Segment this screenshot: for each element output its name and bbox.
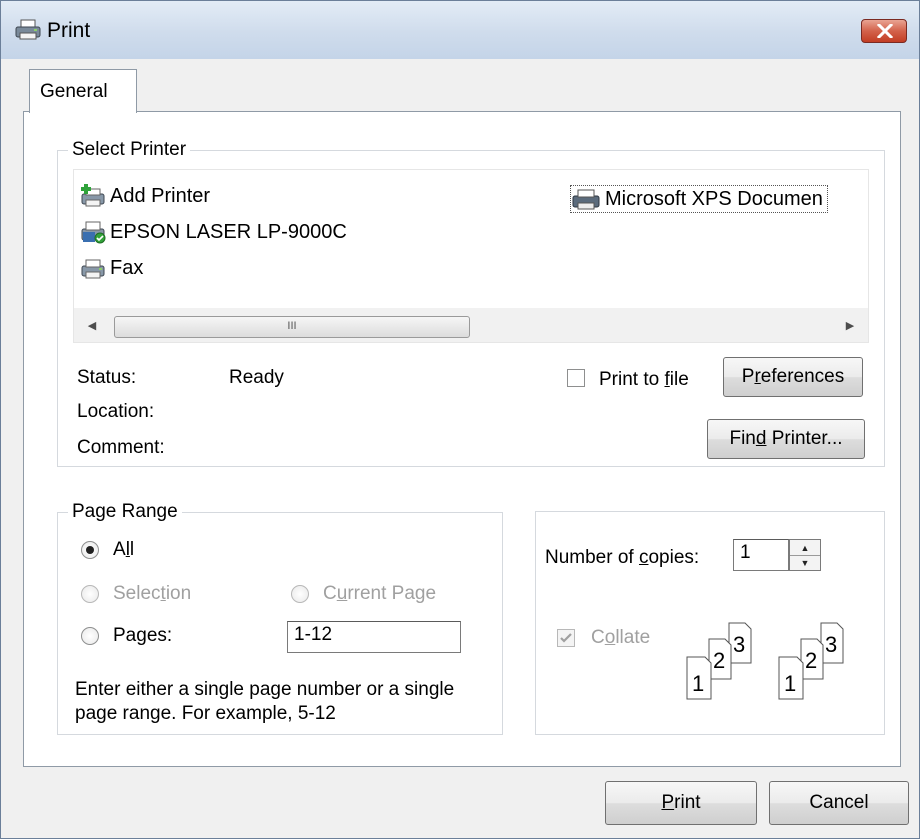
printer-item-epson[interactable]: EPSON LASER LP-9000C xyxy=(80,218,347,246)
scroll-left-button[interactable]: ◀ xyxy=(74,308,110,342)
collate-page-number: 2 xyxy=(805,648,817,673)
status-label: Status: xyxy=(77,367,137,388)
current-page-label[interactable]: Current Page xyxy=(323,583,436,605)
close-icon xyxy=(877,24,893,38)
collate-page-number: 1 xyxy=(784,671,796,696)
collate-checkbox[interactable] xyxy=(557,629,575,647)
print-button[interactable]: Print xyxy=(605,781,757,825)
page-range-hint-line2: page range. For example, 5-12 xyxy=(75,703,336,724)
page-range-hint-line1: Enter either a single page number or a s… xyxy=(75,679,455,700)
scrollbar-thumb[interactable]: III xyxy=(114,316,470,338)
collate-page-number: 3 xyxy=(825,632,837,657)
printer-list[interactable]: Add Printer EPSON LASER LP-9000C Fax Mic… xyxy=(73,169,869,343)
cancel-button[interactable]: Cancel xyxy=(769,781,909,825)
printer-name: EPSON LASER LP-9000C xyxy=(110,220,347,243)
collate-page-number: 2 xyxy=(713,648,725,673)
printer-item-fax[interactable]: Fax xyxy=(80,254,143,282)
pages-label[interactable]: Pages: xyxy=(113,625,172,647)
printer-list-scrollbar[interactable]: ◀ III ▶ xyxy=(74,308,868,342)
tab-general-label: General xyxy=(40,81,108,102)
print-to-file-label[interactable]: Print to file xyxy=(599,369,689,391)
chevron-up-icon: ▲ xyxy=(800,542,810,553)
add-printer-icon xyxy=(81,184,105,207)
number-of-copies-label: Number of copies: xyxy=(545,547,700,568)
printer-item-xps[interactable]: Microsoft XPS Documen xyxy=(570,185,828,213)
collate-stack-1: 3 2 1 xyxy=(686,622,752,700)
selection-radio[interactable] xyxy=(81,585,99,603)
collate-stack-2: 3 2 1 xyxy=(778,622,844,700)
chevron-left-icon: ◀ xyxy=(87,319,97,332)
chevron-down-icon: ▼ xyxy=(800,558,810,568)
copies-spinner[interactable]: ▲ ▼ xyxy=(789,539,821,571)
close-button[interactable] xyxy=(861,19,907,43)
copies-input[interactable]: 1 xyxy=(733,539,789,571)
window-title: Print xyxy=(47,19,91,42)
title-bar[interactable]: Print xyxy=(1,1,919,59)
printer-name: Add Printer xyxy=(110,184,211,207)
printer-name: Microsoft XPS Documen xyxy=(605,187,823,210)
chevron-right-icon: ▶ xyxy=(845,319,855,332)
checkmark-icon xyxy=(560,633,572,643)
spin-up-button[interactable]: ▲ xyxy=(790,540,820,555)
spin-down-button[interactable]: ▼ xyxy=(790,555,820,570)
copies-input-value: 1 xyxy=(740,542,751,563)
fax-printer-icon xyxy=(81,259,105,279)
xps-printer-icon xyxy=(572,189,600,210)
collate-illustration: 3 2 1 3 2 1 xyxy=(686,622,844,700)
print-dialog: Print General Select Printer Add Printer xyxy=(0,0,920,839)
printer-name: Fax xyxy=(110,256,144,279)
printer-item-add[interactable]: Add Printer xyxy=(80,182,210,210)
pages-input-value: 1-12 xyxy=(294,624,333,645)
all-radio[interactable] xyxy=(81,541,99,559)
location-label: Location: xyxy=(77,401,155,422)
pages-radio[interactable] xyxy=(81,627,99,645)
find-printer-button[interactable]: Find Printer... xyxy=(707,419,865,459)
comment-label: Comment: xyxy=(77,437,165,458)
scroll-right-button[interactable]: ▶ xyxy=(832,308,868,342)
pages-input[interactable]: 1-12 xyxy=(287,621,461,653)
collate-page-number: 1 xyxy=(692,671,704,696)
collate-label[interactable]: Collate xyxy=(591,627,650,649)
printer-icon xyxy=(15,19,41,40)
collate-page-number: 3 xyxy=(733,632,745,657)
select-printer-legend: Select Printer xyxy=(72,139,187,160)
all-label[interactable]: All xyxy=(113,539,134,561)
scrollbar-grip: III xyxy=(287,320,297,332)
current-page-radio[interactable] xyxy=(291,585,309,603)
selection-label[interactable]: Selection xyxy=(113,583,191,605)
preferences-button[interactable]: Preferences xyxy=(723,357,863,397)
tab-general[interactable]: General xyxy=(29,69,137,113)
page-range-legend: Page Range xyxy=(72,501,178,522)
print-to-file-checkbox[interactable] xyxy=(567,369,585,387)
status-value: Ready xyxy=(229,367,284,388)
default-printer-icon xyxy=(81,221,106,244)
